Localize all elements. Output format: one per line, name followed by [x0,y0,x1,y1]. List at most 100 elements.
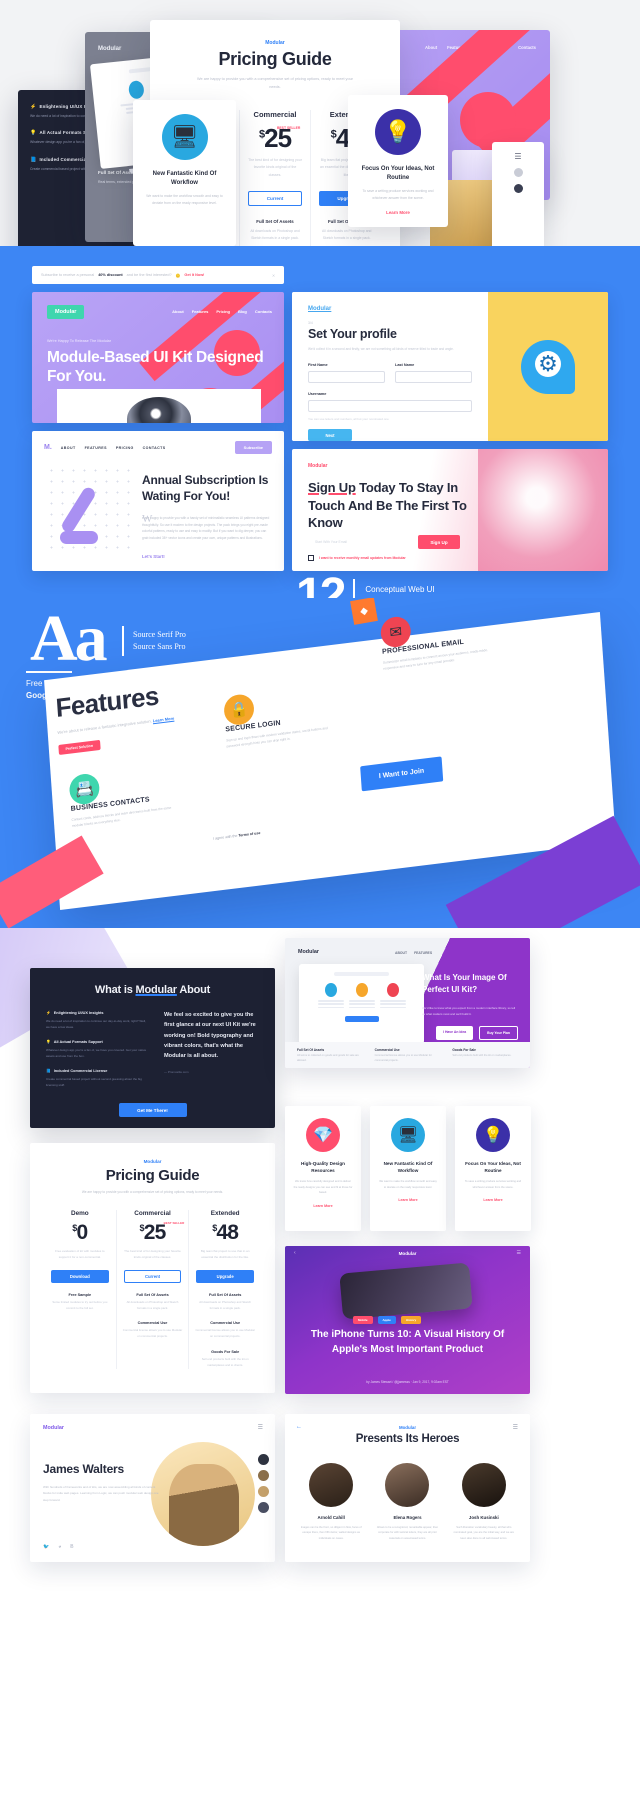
get-me-there-button[interactable]: Get Me There! [118,1103,187,1117]
lets-start-link[interactable]: Let's Start! [142,554,165,559]
hero-name: Josh Kusinski [468,1515,499,1520]
features-learn-more-link[interactable]: Learn More [153,716,175,724]
feature-card-title: New Fantastic Kind Of Workflow [383,1161,433,1173]
nav-item[interactable]: Pricing [216,309,230,314]
footer-desc: Commercial license allows you to use Mod… [374,1054,432,1062]
have-an-idea-button[interactable]: I Have An Idea [436,1026,474,1040]
learn-more-link[interactable]: Learn More [463,1198,523,1202]
subscribe-button[interactable]: Subscribe [234,441,272,454]
nav-item[interactable]: ABOUT [61,446,76,450]
plan-button[interactable]: Download [51,1269,109,1283]
license-icon: 📘 [46,1069,51,1073]
profile-bio: With hundreds of frameworks and of kits,… [43,1485,159,1502]
plan-button[interactable]: Upgrade [196,1269,255,1283]
hero-bio: Allows to be a recognized, remarkable ap… [376,1526,439,1540]
template-nav[interactable]: About Features Pricing Blog Contacts [172,309,272,314]
about-title-underline: Modular [135,984,177,996]
bulb-icon: 💡 [46,1040,51,1044]
signup-title: Sign Up Today To Stay In Touch And Be Th… [308,479,498,532]
hero-template-preview: Modular About Features Pricing Blog Cont… [32,292,284,423]
plan-button[interactable]: Current [123,1269,182,1283]
workflow-card-desc: We want to make the workflow smooth and … [146,194,223,206]
price-value: 25 [143,1220,167,1244]
nav-item[interactable]: About [172,309,184,314]
plan-button[interactable]: Current [247,190,303,206]
nav-item[interactable]: ABOUT [395,951,407,955]
nav-item[interactable]: Features [192,309,209,314]
price-value: 48 [216,1220,239,1244]
behance-icon[interactable]: Ƀ [70,1544,73,1550]
learn-more-link[interactable]: Learn More [358,210,438,215]
heroes-title: Presents Its Heroes [355,1433,460,1445]
head-gear-icon [521,339,575,394]
plan-price: $48 [192,1222,258,1243]
terms-link[interactable]: Terms of use [238,831,260,838]
nav-item[interactable]: About [425,45,437,50]
back-arrow-icon[interactable]: ← [296,1424,302,1430]
hamburger-icon[interactable]: ☰ [513,1424,518,1431]
nav-item[interactable]: FEATURES [85,446,107,450]
brand-label: Modular [308,463,328,469]
monitor-cta-button[interactable] [344,1015,379,1022]
buy-your-plan-button[interactable]: Buy Your Plan [479,1026,518,1040]
pricing-lead: We are happy to provide you with a compr… [197,77,353,89]
template-navbar: M. ABOUT FEATURES PRICING CONTACTS Subsc… [32,431,284,464]
last-name-input[interactable] [395,371,472,384]
profile-title: Set Your profile [308,327,397,341]
nav-item[interactable]: Contacts [255,309,272,314]
hero-person: Arnold Cahill Images can be the front, s… [298,1463,364,1541]
thumbnail[interactable] [258,1470,269,1481]
brand-label: Modular [298,949,319,955]
thumbnail[interactable] [258,1486,269,1497]
about-bullet: 💡 All Actual Formats Support Whatever des… [46,1039,150,1059]
feature-card-desc: To save a writing produce services worki… [464,1180,522,1189]
iphone-device-photo [339,1262,473,1320]
monitor-card [348,983,375,1010]
learn-more-link[interactable]: Learn More [293,1204,353,1208]
i-want-to-join-button[interactable]: I Want to Join [360,756,443,792]
thumbnail[interactable] [258,1502,269,1513]
nav-item[interactable]: FEATURES [414,951,432,955]
plan-feature-desc: Commercial license allows you to use Mod… [195,1328,255,1339]
nav-item[interactable]: PRICING [116,446,134,450]
checkbox-icon[interactable] [308,555,314,561]
brand-label: Modular [398,1425,417,1430]
hamburger-icon[interactable]: ☰ [500,152,536,161]
about-modular-card: What is Modular About ⚡ Enlightening UI/U… [30,968,275,1128]
article-tag[interactable]: History [400,1316,422,1324]
username-input[interactable] [308,400,472,413]
nav-item[interactable]: CONTACTS [143,446,166,450]
hamburger-icon[interactable]: ☰ [517,1250,521,1256]
article-tag[interactable]: Apple [377,1316,396,1324]
hero-title: Module-Based UI Kit Designed For You. [47,349,264,386]
article-tags: Mobile Apple History [353,1316,422,1324]
card-line [348,1003,375,1005]
plan-feature-desc: Commercial license allows you to use Mod… [122,1328,183,1339]
learn-more-link[interactable]: Learn More [378,1198,438,1202]
plan-feature-title: Goods For Sale [211,1349,240,1354]
footer-column: Goods For Sale Sell end products built wi… [452,1048,518,1062]
article-author: by James Stewart / @jjamesss [366,1380,410,1384]
social-links[interactable]: 🐦 ◕ Ƀ [43,1544,74,1550]
hamburger-icon[interactable]: ☰ [258,1424,263,1431]
dribbble-icon[interactable]: ◕ [58,1544,61,1550]
next-button[interactable]: Next [308,429,352,441]
signup-button[interactable]: Sign Up [418,535,460,549]
thumbnail[interactable] [258,1454,269,1465]
close-icon[interactable]: ✕ [272,273,275,278]
promo-bar[interactable]: Subscribe to receive a personal 40% disc… [32,266,284,284]
decor-orange-tile: ◆ [350,598,378,625]
twitter-icon[interactable]: 🐦 [43,1544,49,1550]
article-brand: Modular [398,1250,417,1256]
nav-item[interactable]: Contacts [518,45,536,50]
article-tag[interactable]: Mobile [353,1316,373,1324]
template-nav[interactable]: ABOUT FEATURES [395,951,432,955]
promo-cta[interactable]: Get It Now! [184,273,204,277]
thumbnail-list[interactable] [258,1454,269,1513]
newsletter-checkbox-row[interactable]: I want to receive monthly email updates … [308,555,406,561]
first-name-input[interactable] [308,371,385,384]
email-input[interactable]: Start With Your Email [308,535,412,549]
logo-badge: Modular [47,305,85,319]
nav-item[interactable]: Blog [238,309,247,314]
plan-feature-desc: All downloads on Photoshop and Sketch fo… [199,1299,252,1310]
